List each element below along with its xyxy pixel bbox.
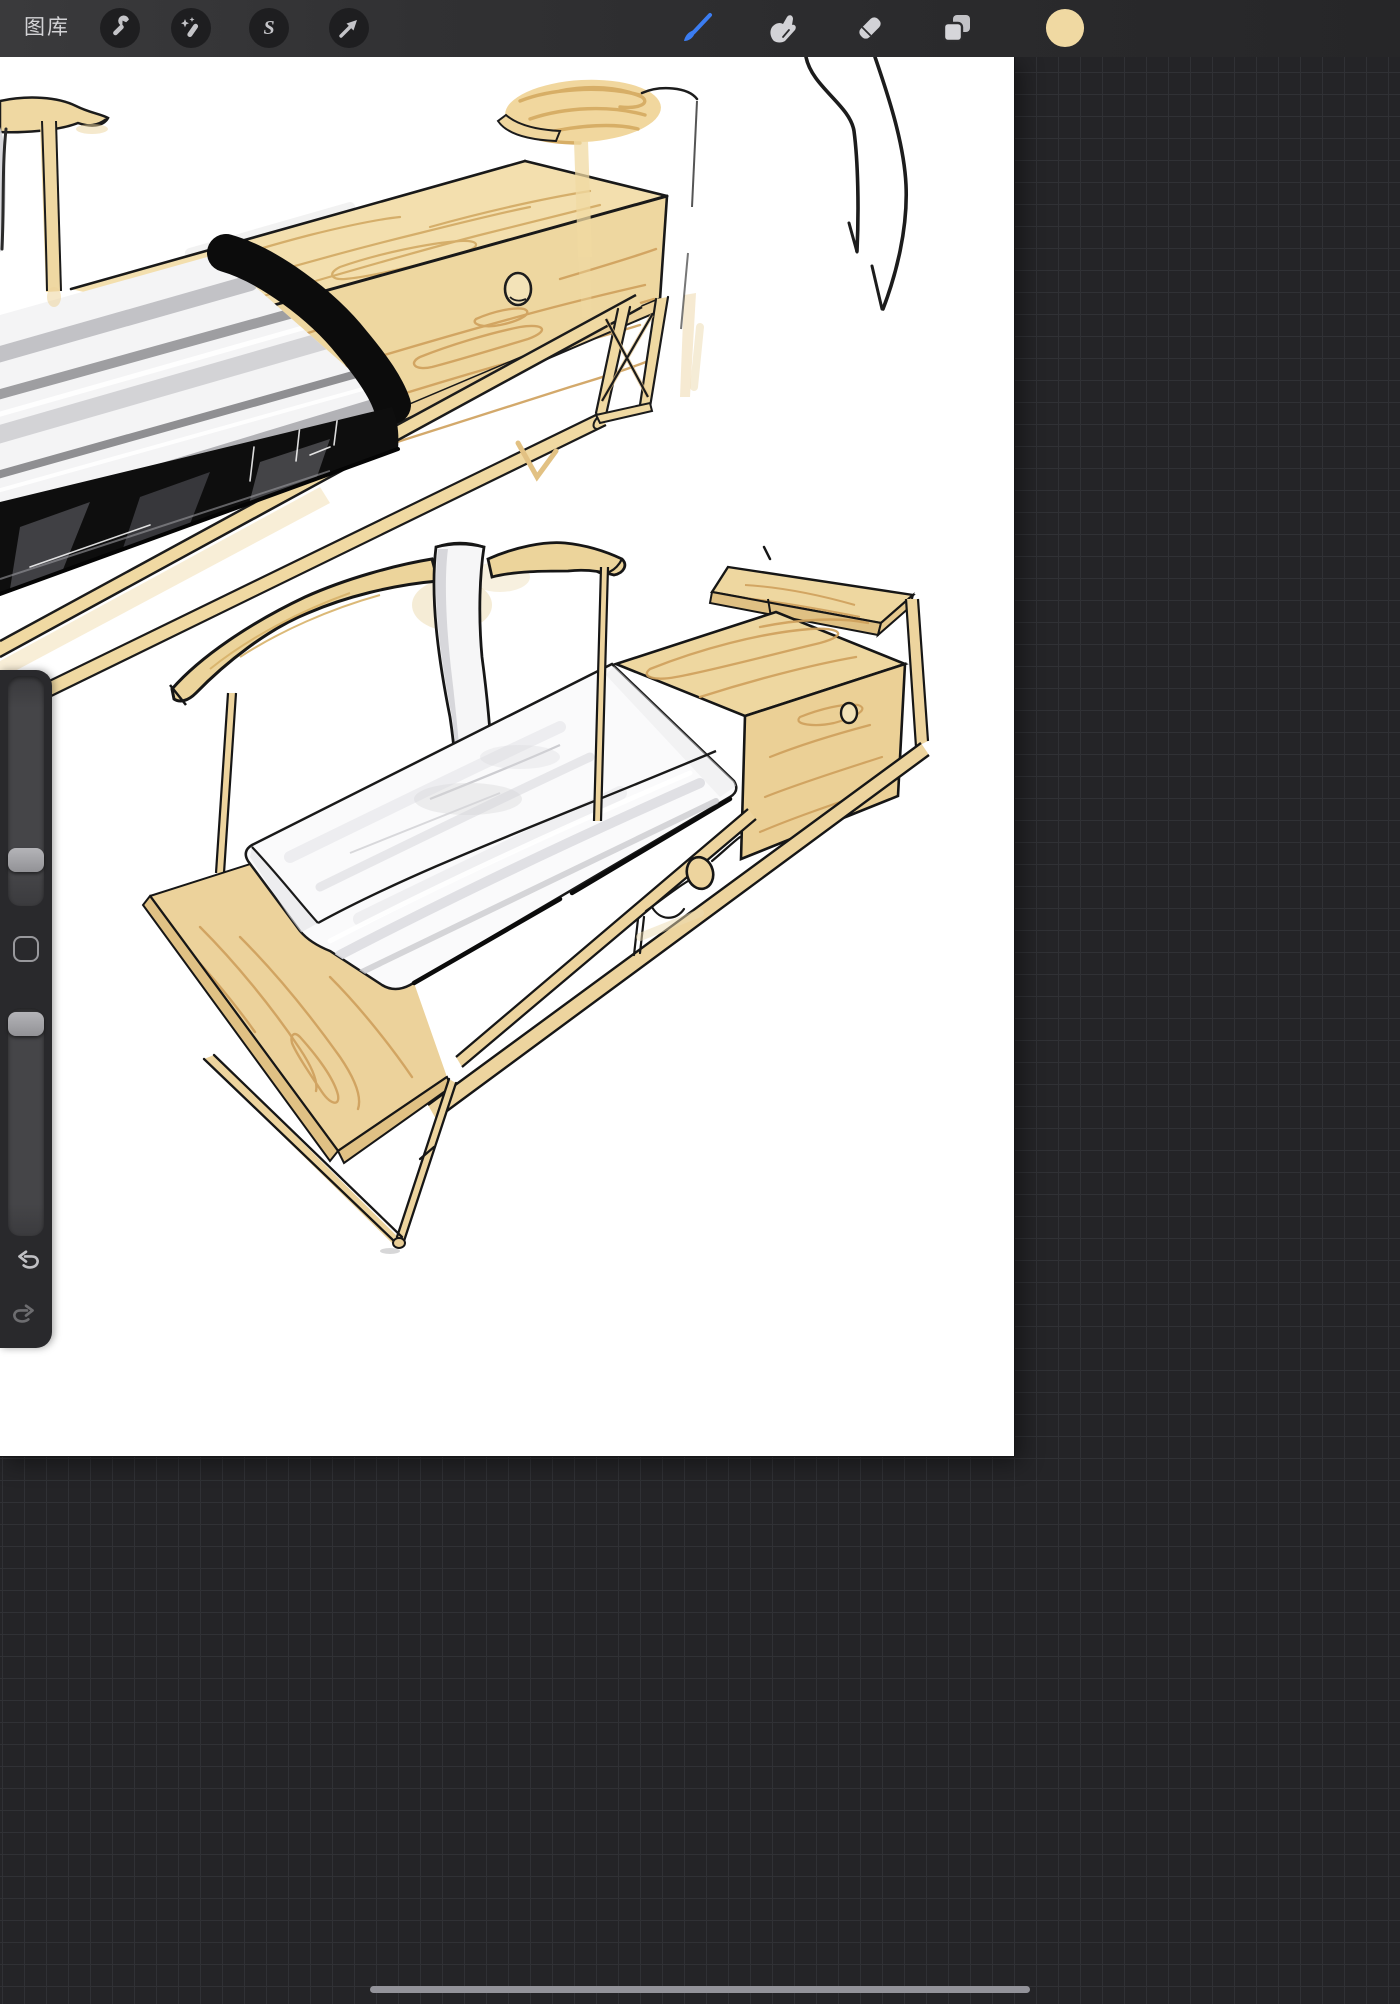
home-indicator[interactable] [370, 1986, 1030, 1993]
brush-opacity-handle[interactable] [8, 1012, 44, 1036]
color-swatch-icon [1045, 7, 1085, 49]
bench2-shelf [710, 547, 913, 635]
gallery-button[interactable]: 图库 [24, 14, 70, 42]
svg-text:S: S [263, 17, 274, 39]
bench-sketch-center [143, 543, 929, 1254]
color-swatch-button[interactable] [1045, 8, 1085, 48]
redo-button[interactable] [11, 1302, 41, 1332]
undo-button[interactable] [11, 1248, 41, 1278]
selection-s-icon: S [256, 15, 282, 41]
brush-opacity-slider[interactable] [8, 1008, 44, 1236]
bench-sketch-top-left [0, 76, 700, 721]
actions-button[interactable] [100, 8, 140, 48]
eraser-icon [853, 11, 887, 45]
magic-wand-icon [178, 15, 204, 41]
smudge-finger-icon [766, 11, 800, 45]
bench2-left-horn [170, 559, 438, 705]
brush-sidebar [0, 670, 52, 1348]
adjustments-button[interactable] [171, 8, 211, 48]
paint-brush-icon [680, 11, 714, 45]
undo-icon [11, 1248, 41, 1278]
selection-button[interactable]: S [249, 8, 289, 48]
brush-size-handle[interactable] [8, 848, 44, 872]
brush-size-slider[interactable] [8, 676, 44, 906]
bench1-backrest-arm [0, 98, 108, 307]
layers-icon [940, 11, 974, 45]
drawer-knob [841, 703, 857, 723]
redo-icon [11, 1302, 41, 1332]
transform-button[interactable] [329, 8, 369, 48]
erase-tool-button[interactable] [850, 8, 890, 48]
layers-button[interactable] [937, 8, 977, 48]
smudge-tool-button[interactable] [763, 8, 803, 48]
wrench-icon [107, 15, 133, 41]
arrow-sketch [806, 57, 906, 309]
top-toolbar: 图库 S [0, 0, 1400, 57]
drawing-canvas[interactable] [0, 57, 1014, 1456]
furniture-sketch [0, 57, 1014, 1456]
paint-tool-button[interactable] [677, 8, 717, 48]
modify-button[interactable] [13, 936, 39, 962]
transform-arrow-icon [336, 15, 362, 41]
